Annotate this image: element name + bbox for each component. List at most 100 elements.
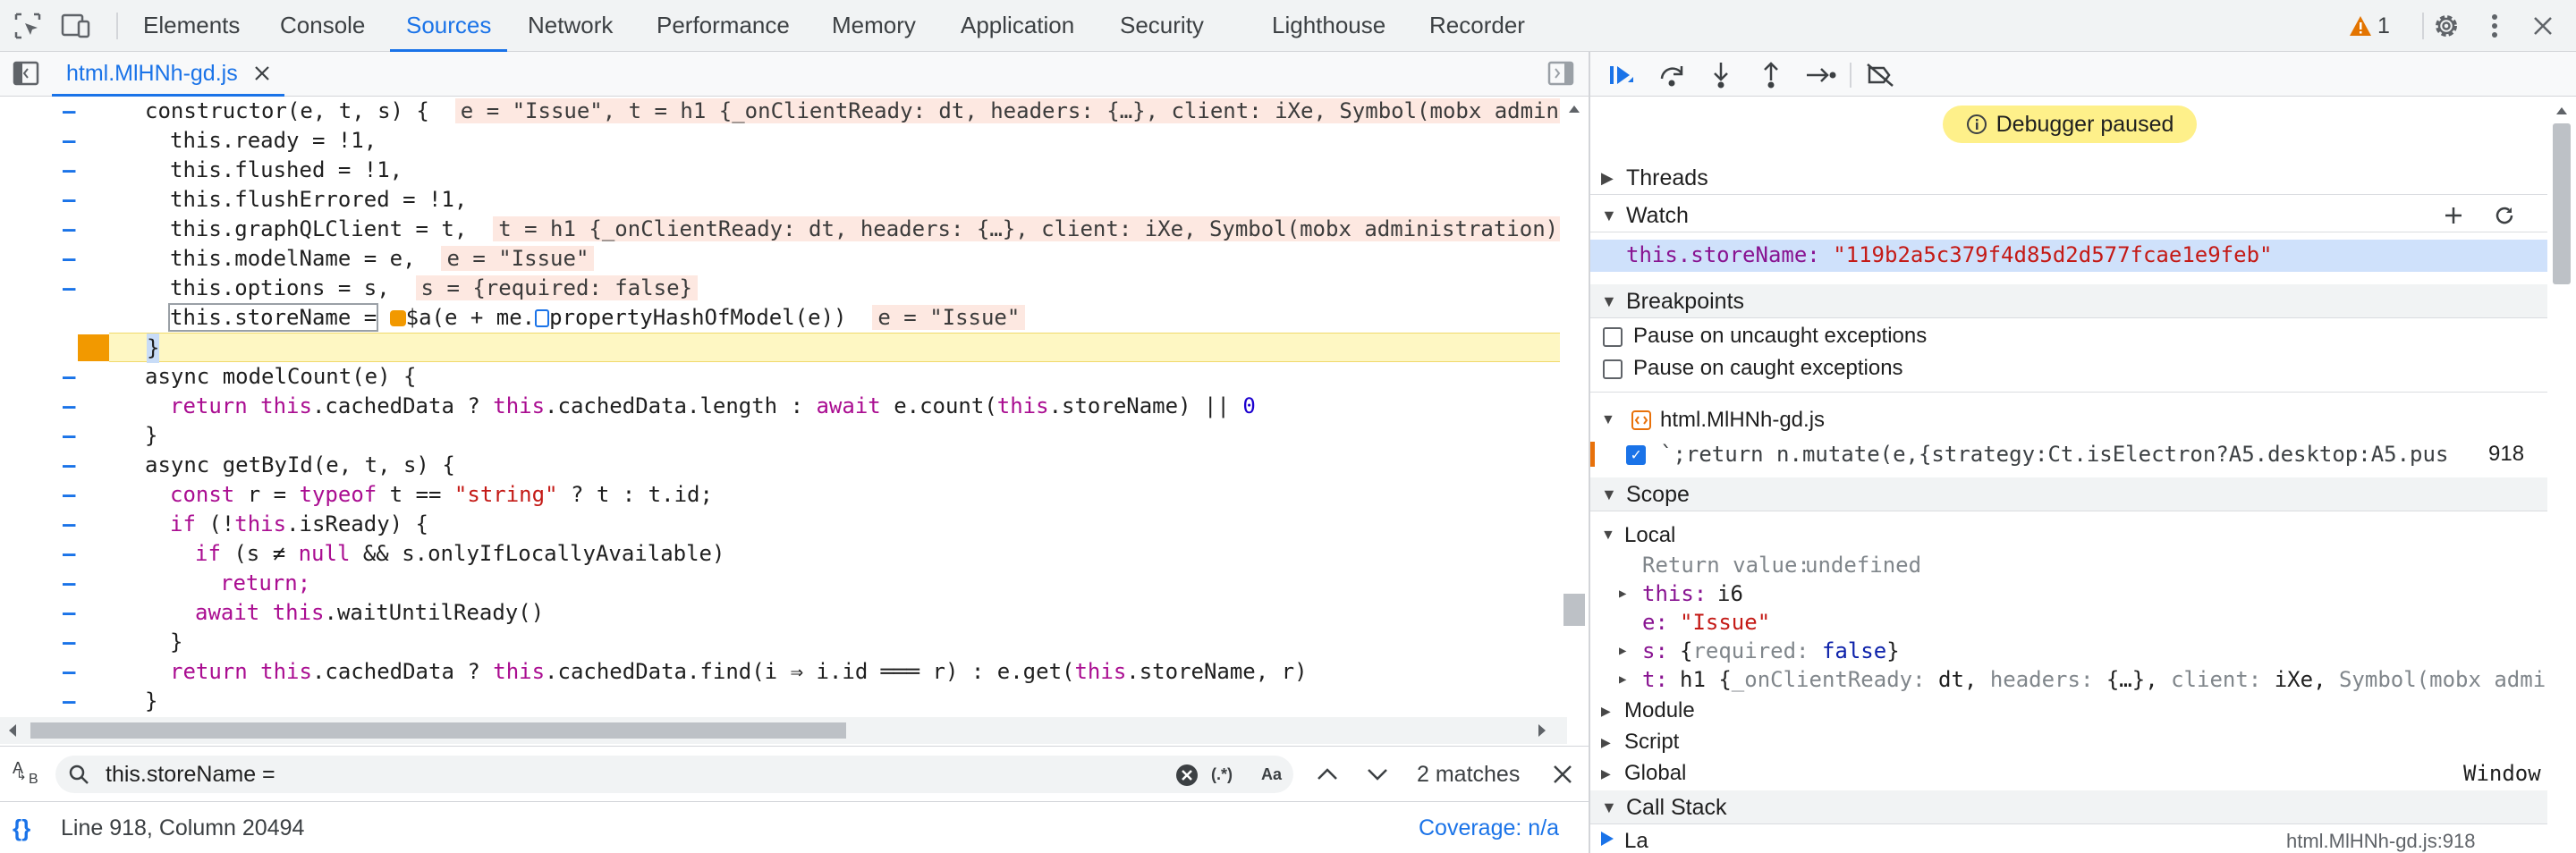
close-tab-icon[interactable] (254, 65, 270, 81)
checkbox[interactable] (1603, 327, 1623, 347)
scope-t[interactable]: ▶ t: h1 {_onClientReady: dt, headers: {…… (1590, 664, 2547, 695)
scope-this[interactable]: ▶ this: i6 (1590, 579, 2547, 609)
conditional-breakpoint-marker[interactable]: ? – (0, 305, 167, 361)
tab-network[interactable]: Network (512, 0, 629, 52)
code-line: – this.graphQLClient = t, t = h1 {_onCli… (0, 215, 1567, 244)
tab-recorder[interactable]: Recorder (1413, 0, 1541, 52)
tab-lighthouse[interactable]: Lighthouse (1256, 0, 1402, 52)
tab-performance[interactable]: Performance (640, 0, 806, 52)
resume-icon[interactable] (1608, 63, 1637, 88)
replace-toggle-icon[interactable]: A ↳ B (13, 759, 45, 790)
coverage-link[interactable]: Coverage: n/a (1419, 802, 1559, 853)
select-element-icon[interactable] (13, 11, 43, 41)
chevron-right-icon: ▶ (1601, 704, 1611, 718)
search-bar: A ↳ B this.storeName = (.*) Aa 2 matches (0, 746, 1589, 801)
step-over-icon[interactable] (1658, 63, 1687, 88)
scope-return-value: Return value: undefined (1642, 553, 1922, 578)
chevron-down-icon: ▼ (1601, 207, 1617, 224)
checkbox[interactable] (1603, 359, 1623, 379)
pretty-print-icon[interactable]: {} (13, 802, 30, 853)
inline-value: e = "Issue" (872, 305, 1026, 330)
inline-value: s = {required: false} (415, 275, 698, 300)
scope-script[interactable]: ▶ Script (1590, 727, 2547, 757)
clear-search-icon[interactable] (1175, 764, 1199, 787)
inline-value: e = "Issue", t = h1 {_onClientReady: dt,… (454, 98, 1567, 123)
file-script-icon (1631, 410, 1651, 430)
scope-s[interactable]: ▶ s: {required: false} (1590, 636, 2547, 666)
gear-icon[interactable] (2431, 11, 2462, 41)
inline-value: e = "Issue" (441, 246, 595, 271)
chevron-right-icon: ▶ (1619, 644, 1627, 658)
match-count: 2 matches (1417, 762, 1521, 787)
tab-security[interactable]: Security (1104, 0, 1220, 52)
device-toolbar-icon[interactable] (61, 11, 91, 41)
chevron-right-icon: ▶ (1619, 672, 1627, 687)
code-line: –} (63, 688, 158, 714)
divider (1590, 392, 2547, 393)
chevron-down-icon: ▼ (1601, 486, 1617, 503)
scope-local[interactable]: ▼ Local (1590, 520, 2547, 551)
tab-application[interactable]: Application (945, 0, 1090, 52)
editor-tabbar: html.MlHNh-gd.js (0, 52, 1589, 97)
code-line: – this.modelName = e, e = "Issue" (0, 244, 1567, 274)
chevron-right-icon: ▶ (1601, 735, 1611, 749)
toggle-debugger-icon[interactable] (1547, 61, 1576, 88)
tab-console[interactable]: Console (264, 0, 381, 52)
breakpoint-type-marker (1590, 442, 1595, 467)
close-icon[interactable] (2528, 11, 2558, 41)
step-icon[interactable] (1805, 64, 1837, 86)
code-line: – await this.waitUntilReady() (63, 600, 545, 625)
section-watch[interactable]: ▼ Watch (1590, 198, 2547, 232)
section-scope[interactable]: ▼ Scope (1590, 477, 2547, 511)
previous-match-icon[interactable] (1317, 764, 1338, 784)
add-watch-icon[interactable] (2444, 206, 2463, 225)
code-line: –} (63, 629, 183, 655)
code-editor[interactable]: – constructor(e, t, s) { e = "Issue", t … (0, 97, 1567, 717)
search-icon (69, 764, 89, 784)
regex-toggle[interactable]: (.*) (1211, 756, 1233, 793)
editor-horizontal-scrollbar[interactable] (0, 717, 1567, 744)
issues-counter[interactable]: 1 (2349, 13, 2390, 39)
code-line: – this.ready = !1, (63, 128, 377, 153)
toggle-navigator-icon[interactable] (13, 61, 41, 88)
code-line: – this.flushed = !1, (63, 157, 403, 182)
close-search-icon[interactable] (1553, 764, 1572, 784)
step-into-icon[interactable] (1708, 61, 1733, 89)
debugger-sidebar: Debugger paused ▶ Threads ▼ Watch this.sto… (1590, 52, 2576, 853)
match-case-toggle[interactable]: Aa (1261, 756, 1282, 793)
deactivate-breakpoints-icon[interactable] (1866, 63, 1894, 88)
scope-module[interactable]: ▶ Module (1590, 696, 2547, 726)
breakpoint-entry[interactable]: ✓ `;return n.mutate(e,{strategy:Ct.isEle… (1590, 438, 2547, 470)
pause-uncaught-option[interactable]: Pause on uncaught exceptions (1590, 320, 2547, 352)
scope-global[interactable]: ▶ Global Window (1590, 758, 2547, 789)
execution-line: } (109, 333, 1567, 363)
tab-sources[interactable]: Sources (390, 0, 508, 52)
more-options-icon[interactable] (2479, 11, 2510, 41)
code-line: – this.flushErrored = !1, (63, 187, 468, 212)
search-input[interactable]: this.storeName = (.*) Aa (55, 756, 1293, 793)
section-threads[interactable]: ▶ Threads (1590, 161, 2547, 195)
pause-caught-option[interactable]: Pause on caught exceptions (1590, 352, 2547, 384)
sidebar-scrollbar[interactable] (2547, 97, 2576, 853)
next-match-icon[interactable] (1367, 764, 1388, 784)
tab-memory[interactable]: Memory (816, 0, 932, 52)
code-line: – async modelCount(e) { (63, 364, 417, 389)
step-out-icon[interactable] (1758, 61, 1784, 89)
warning-icon (2350, 16, 2371, 36)
file-tab[interactable]: html.MlHNh-gd.js (52, 52, 284, 97)
section-breakpoints[interactable]: ▼ Breakpoints (1590, 284, 2547, 318)
call-stack-frame[interactable]: La html.MlHNh-gd.js:918 (1590, 826, 2547, 853)
section-call-stack[interactable]: ▼ Call Stack (1590, 790, 2547, 824)
code-line: – const r = typeof t == "string" ? t : t… (63, 482, 713, 507)
editor-vertical-scrollbar[interactable] (1560, 97, 1589, 717)
breakpoint-checkbox-checked[interactable]: ✓ (1626, 445, 1646, 465)
code-line-current: ? – this.storeName = $a(e + me. propertyH… (0, 303, 1567, 361)
refresh-icon[interactable] (2494, 205, 2515, 226)
breakpoint-file[interactable]: ▼ html.MlHNh-gd.js (1590, 404, 2547, 436)
issues-count: 1 (2377, 13, 2390, 38)
tab-elements[interactable]: Elements (127, 0, 256, 52)
file-tab-name: html.MlHNh-gd.js (66, 60, 238, 86)
watch-expression[interactable]: this.storeName: "119b2a5c379f4d85d2d577f… (1590, 240, 2547, 272)
status-bar: {} Line 918, Column 20494 Coverage: n/a (0, 801, 1589, 853)
debugger-paused-banner: Debugger paused (1943, 106, 2197, 143)
